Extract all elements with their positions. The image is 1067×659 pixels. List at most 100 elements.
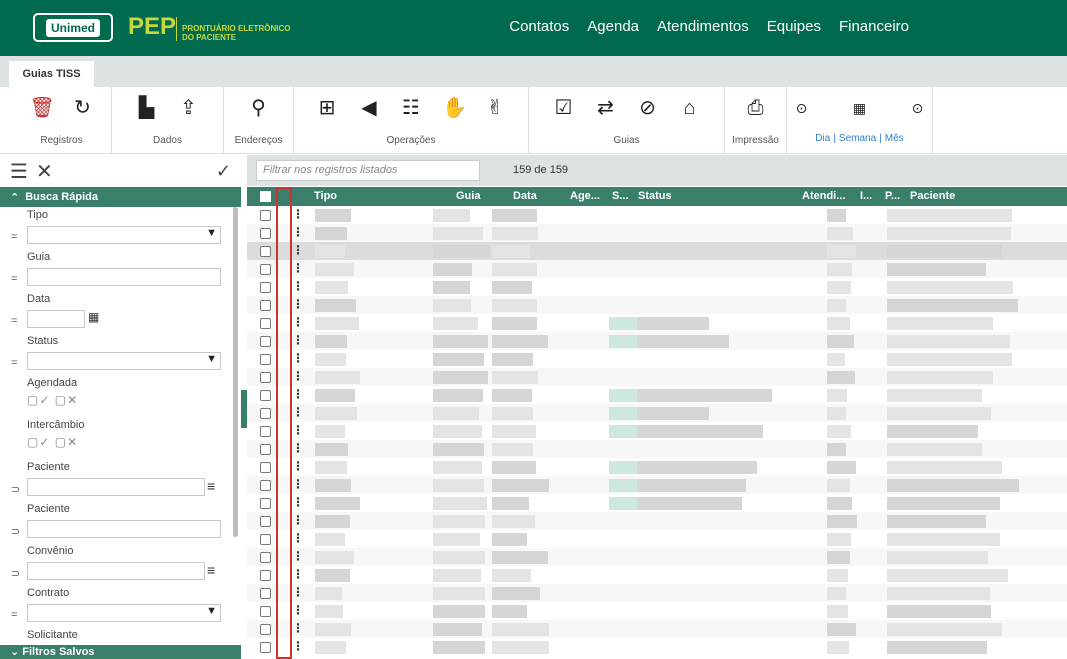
row-checkbox[interactable] [260, 462, 271, 473]
text-input[interactable] [27, 520, 221, 538]
table-row[interactable]: ⋮ [247, 422, 1067, 440]
row-menu-icon[interactable]: ⋮ [292, 495, 304, 509]
handshake-icon[interactable]: ✌ [484, 97, 506, 119]
table-row[interactable]: ⋮ [247, 224, 1067, 242]
col-paciente[interactable]: Paciente [910, 190, 955, 202]
row-checkbox[interactable] [260, 606, 271, 617]
share-icon[interactable]: ⇪ [178, 97, 200, 119]
row-menu-icon[interactable]: ⋮ [292, 261, 304, 275]
row-menu-icon[interactable]: ⋮ [292, 333, 304, 347]
date-input[interactable] [27, 310, 85, 328]
text-input[interactable] [27, 268, 221, 286]
table-row[interactable]: ⋮ [247, 638, 1067, 656]
table-row[interactable]: ⋮ [247, 512, 1067, 530]
row-menu-icon[interactable]: ⋮ [292, 243, 304, 257]
period-week[interactable]: Semana [839, 133, 876, 144]
row-checkbox[interactable] [260, 480, 271, 491]
row-menu-icon[interactable]: ⋮ [292, 459, 304, 473]
lookup-input[interactable] [27, 478, 205, 496]
trash-icon[interactable]: 🗑 [30, 97, 55, 119]
megaphone-icon[interactable]: ◀ [358, 97, 380, 119]
home-square-icon[interactable]: ⌂ [679, 97, 701, 119]
table-row[interactable]: ⋮ [247, 476, 1067, 494]
row-menu-icon[interactable]: ⋮ [292, 297, 304, 311]
row-checkbox[interactable] [260, 444, 271, 455]
col-status[interactable]: Status [638, 190, 672, 202]
apply-check-icon[interactable]: ✓ [216, 161, 231, 182]
filter-panel-scrollbar[interactable] [233, 207, 238, 537]
document-chart-icon[interactable]: ▙ [136, 97, 158, 119]
row-menu-icon[interactable]: ⋮ [292, 387, 304, 401]
table-row[interactable]: ⋮ [247, 530, 1067, 548]
operator-label[interactable]: = [11, 231, 17, 243]
table-row[interactable]: ⋮ [247, 314, 1067, 332]
swap-square-icon[interactable]: ⇄ [595, 97, 617, 119]
unimed-logo[interactable]: Unimed [33, 13, 113, 42]
nav-agenda[interactable]: Agenda [587, 18, 639, 35]
row-checkbox[interactable] [260, 372, 271, 383]
table-row[interactable]: ⋮ [247, 458, 1067, 476]
row-checkbox[interactable] [260, 642, 271, 653]
select-all-checkbox[interactable] [260, 191, 271, 202]
calendar-icon[interactable]: ▦ [849, 97, 871, 119]
list-icon[interactable]: ☷ [400, 97, 422, 119]
location-pin-icon[interactable]: ⚲ [248, 97, 270, 119]
nav-financeiro[interactable]: Financeiro [839, 18, 909, 35]
menu-lines-icon[interactable]: ≡ [207, 562, 215, 578]
operator-label[interactable]: = [11, 315, 17, 327]
col-i[interactable]: I... [860, 190, 872, 202]
table-row[interactable]: ⋮ [247, 440, 1067, 458]
table-row[interactable]: ⋮ [247, 602, 1067, 620]
row-menu-icon[interactable]: ⋮ [292, 513, 304, 527]
row-menu-icon[interactable]: ⋮ [292, 423, 304, 437]
operator-label[interactable]: ⊃ [11, 525, 20, 538]
row-checkbox[interactable] [260, 498, 271, 509]
operator-label[interactable]: = [11, 357, 17, 369]
nav-equipes[interactable]: Equipes [767, 18, 821, 35]
table-row[interactable]: ⋮ [247, 332, 1067, 350]
row-checkbox[interactable] [260, 624, 271, 635]
row-checkbox[interactable] [260, 390, 271, 401]
cancel-square-icon[interactable]: ⊘ [637, 97, 659, 119]
table-row[interactable]: ⋮ [247, 260, 1067, 278]
col-agendada[interactable]: Age... [570, 190, 600, 202]
col-guia[interactable]: Guia [456, 190, 480, 202]
col-p[interactable]: P... [885, 190, 900, 202]
row-checkbox[interactable] [260, 264, 271, 275]
section-busca-rapida[interactable]: ⌃ Busca Rápida [0, 187, 241, 207]
filter-lines-icon[interactable]: ☰ [10, 159, 28, 184]
previous-circle-icon[interactable]: ⊙ [791, 97, 813, 119]
row-menu-icon[interactable]: ⋮ [292, 369, 304, 383]
table-row[interactable]: ⋮ [247, 566, 1067, 584]
row-checkbox[interactable] [260, 210, 271, 221]
row-menu-icon[interactable]: ⋮ [292, 567, 304, 581]
row-checkbox[interactable] [260, 228, 271, 239]
row-menu-icon[interactable]: ⋮ [292, 621, 304, 635]
row-menu-icon[interactable]: ⋮ [292, 225, 304, 239]
row-menu-icon[interactable]: ⋮ [292, 477, 304, 491]
row-menu-icon[interactable]: ⋮ [292, 315, 304, 329]
clipboard-plus-icon[interactable]: ⊞ [316, 97, 338, 119]
row-checkbox[interactable] [260, 318, 271, 329]
operator-label[interactable]: = [11, 609, 17, 621]
col-tipo[interactable]: Tipo [314, 190, 337, 202]
printer-icon[interactable]: ⎙ [745, 97, 767, 119]
table-row[interactable]: ⋮ [247, 620, 1067, 638]
row-checkbox[interactable] [260, 534, 271, 545]
row-menu-icon[interactable]: ⋮ [292, 549, 304, 563]
row-checkbox[interactable] [260, 336, 271, 347]
row-checkbox[interactable] [260, 552, 271, 563]
select-input[interactable] [27, 604, 221, 622]
table-row[interactable]: ⋮ [247, 206, 1067, 224]
menu-lines-icon[interactable]: ≡ [207, 478, 215, 494]
row-menu-icon[interactable]: ⋮ [292, 441, 304, 455]
row-menu-icon[interactable]: ⋮ [292, 603, 304, 617]
row-checkbox[interactable] [260, 426, 271, 437]
operator-label[interactable]: ⊃ [11, 483, 20, 496]
table-row[interactable]: ⋮ [247, 368, 1067, 386]
close-icon[interactable]: ✕ [36, 159, 53, 184]
row-menu-icon[interactable]: ⋮ [292, 585, 304, 599]
period-month[interactable]: Mês [885, 133, 904, 144]
row-menu-icon[interactable]: ⋮ [292, 207, 304, 221]
nav-contatos[interactable]: Contatos [509, 18, 569, 35]
